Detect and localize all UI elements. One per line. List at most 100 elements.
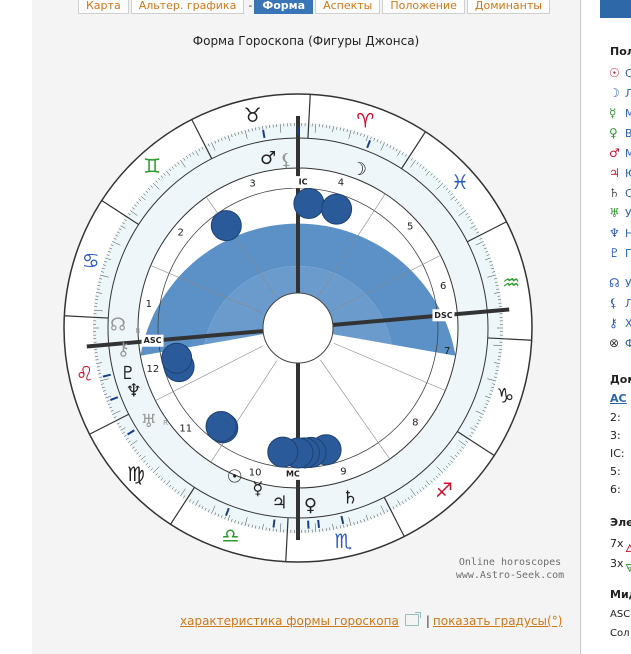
zodiac-sign-icon: ♈ — [356, 109, 374, 133]
house-number: 8 — [412, 418, 418, 429]
planets-heading: Пол — [610, 45, 631, 58]
planet-list-icon: ⚷ — [609, 316, 618, 330]
house-number: 7 — [444, 346, 450, 357]
house-number: 3 — [249, 178, 255, 189]
planet-list-link[interactable]: В — [625, 127, 631, 140]
retrograde-mark: R — [136, 327, 141, 335]
planet-icon: ♄ — [342, 488, 358, 509]
shape-info-link[interactable]: характеристика формы гороскопа — [180, 614, 399, 628]
element-icon: 🜂 — [625, 542, 631, 555]
midpoint-row: ASC — [610, 609, 631, 620]
tab-bar: Карта Альтер. графика - Форма Аспекты Положен… — [78, 0, 552, 14]
planet-list-link[interactable]: С — [625, 67, 631, 80]
planet-list-icon: ☉ — [609, 66, 620, 80]
planet-list-icon: ☿ — [609, 106, 617, 120]
planet-dot — [293, 187, 325, 219]
house-number: 2 — [177, 227, 183, 238]
houses-heading: Дом — [610, 373, 631, 386]
planet-dot — [210, 210, 242, 242]
planet-icon: ☉ — [227, 467, 243, 488]
watermark-line1: Online horoscopes — [458, 557, 562, 568]
zodiac-sign-icon: ♒ — [502, 271, 520, 295]
planet-list-icon: ♅ — [609, 206, 620, 220]
house-number: 12 — [146, 364, 159, 375]
horoscope-wheel: ♈♉♊♋♌♍♎ ♏♐♑♒♓123 456789101112ASCDSCMCIC♄♀♃… — [63, 93, 533, 563]
zodiac-sign-icon: ♊ — [143, 154, 161, 178]
house-number: 1 — [146, 299, 152, 310]
tab-separator: - — [248, 0, 253, 12]
planet-dot — [205, 411, 237, 443]
retrograde-mark: R — [163, 419, 168, 427]
planet-icon: ☿ — [252, 479, 263, 500]
planet-list-link[interactable]: С — [625, 187, 631, 200]
planet-list-link[interactable]: Х — [625, 317, 631, 330]
asc-link[interactable]: AC — [610, 392, 627, 405]
planet-icon: ♅ — [141, 411, 157, 432]
left-page-margin — [0, 0, 32, 654]
zodiac-sign-icon: ♍ — [127, 462, 145, 486]
zodiac-sign-icon: ♌ — [76, 361, 94, 385]
dsc-label: DSC — [434, 311, 452, 320]
external-link-icon[interactable] — [404, 612, 421, 626]
planet-list-link[interactable]: М — [625, 107, 631, 120]
asc-label: ASC — [144, 336, 162, 345]
planet-list-icon: ☊ — [609, 276, 620, 290]
house-row: 2: — [610, 411, 621, 424]
planet-list-link[interactable]: П — [625, 247, 631, 260]
tab-0[interactable]: Карта — [78, 0, 129, 14]
tab-3[interactable]: Форма — [254, 0, 314, 14]
planet-list-link[interactable]: Ю — [625, 167, 631, 180]
elements-heading: Эле — [610, 516, 631, 529]
planet-list-link[interactable]: Н — [625, 227, 631, 240]
house-number: 6 — [440, 281, 446, 292]
watermark-line2: www.Astro-Seek.com — [455, 570, 565, 581]
house-number: 9 — [340, 467, 346, 478]
planet-dot — [161, 342, 193, 374]
tab-1[interactable]: Альтер. графика — [130, 0, 245, 14]
element-icon: 🜃 — [625, 562, 631, 575]
right-info-panel: Пол ☉С☽Л☿М♀В♂М♃Ю♄С♅У♆Н♇П☊У⚸Л⚷Х⊗Ф Дом AC … — [600, 0, 631, 654]
chart-title: Форма Гороскопа (Фигуры Джонса) — [192, 34, 420, 48]
bottom-links: характеристика формы гороскопа | показать … — [180, 612, 563, 628]
tab-4[interactable]: Аспекты — [315, 0, 381, 14]
planet-icon: ☊ — [110, 314, 126, 335]
tab-6[interactable]: Доминанты — [466, 0, 550, 14]
planet-list-icon: ☽ — [609, 86, 620, 100]
house-number: 5 — [407, 221, 413, 232]
planet-list-link[interactable]: У — [625, 207, 631, 220]
zodiac-sign-icon: ♐ — [435, 478, 453, 502]
planet-icon: ♃ — [272, 493, 288, 514]
house-number: 10 — [249, 467, 262, 478]
planet-list-link[interactable]: Ф — [625, 337, 631, 350]
zodiac-sign-icon: ♎ — [222, 523, 240, 547]
house-row: IC: — [610, 447, 625, 460]
center-hub — [262, 292, 334, 364]
planet-list-icon: ♆ — [609, 226, 620, 240]
zodiac-sign-icon: ♋ — [82, 249, 100, 273]
planet-list-icon: ♃ — [609, 166, 620, 180]
element-count: 3x — [610, 557, 624, 570]
planet-position-tick — [272, 519, 276, 528]
planet-dot — [321, 193, 353, 225]
element-count: 7x — [610, 537, 624, 550]
planet-icon: ⚷ — [117, 339, 130, 360]
show-degrees-link[interactable]: показать градусы(°) — [433, 614, 563, 628]
mc-label: MC — [286, 469, 300, 478]
planet-list-link[interactable]: Л — [625, 297, 631, 310]
planet-list-link[interactable]: Л — [625, 87, 631, 100]
planet-position-tick — [262, 129, 266, 139]
zodiac-sign-icon: ♑ — [496, 383, 514, 407]
planet-list-icon: ⚸ — [609, 296, 618, 310]
house-number: 11 — [179, 424, 192, 435]
tab-5[interactable]: Положение — [382, 0, 465, 14]
planet-icon: ♇ — [120, 363, 136, 384]
zodiac-sign-icon: ♏ — [334, 529, 352, 553]
planet-list-link[interactable]: У — [625, 277, 631, 290]
planet-list-link[interactable]: М — [625, 147, 631, 160]
link-separator: | — [425, 614, 430, 628]
right-panel-tab[interactable] — [600, 0, 631, 18]
midpoints-heading: Мид — [610, 588, 631, 601]
planet-icon: ♂ — [260, 148, 276, 169]
chart-panel: Карта Альтер. графика - Форма Аспекты Положен… — [32, 0, 581, 654]
house-row: 5: — [610, 465, 621, 478]
